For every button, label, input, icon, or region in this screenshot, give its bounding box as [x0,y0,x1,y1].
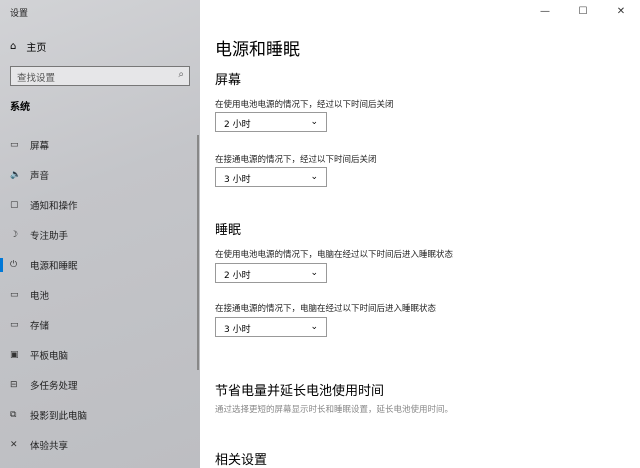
sidebar-item[interactable]: ⧉ 投影到此电脑 [0,400,200,430]
screen-plugged-label: 在接通电源的情况下，经过以下时间后关闭 [215,155,377,165]
sidebar-item-label: 屏幕 [30,141,50,152]
sidebar-item-label: 专注助手 [30,231,69,242]
sidebar-item-icon: ☽ [10,230,19,240]
home-label: 主页 [26,43,47,54]
sidebar-item-icon: 🔈 [10,170,22,180]
related-heading: 相关设置 [215,453,268,468]
chevron-down-icon: ⌄ [310,268,318,278]
sidebar-item-label: 通知和操作 [30,201,78,212]
sidebar-item-label: 电池 [30,291,50,302]
sidebar-item[interactable]: ▭ 存储 [0,310,200,340]
sidebar-item-icon: ▭ [10,140,19,150]
scrollbar[interactable] [197,135,199,370]
sleep-battery-label: 在使用电池电源的情况下，电脑在经过以下时间后进入睡眠状态 [215,250,454,260]
sleep-plugged-dropdown[interactable]: 3 小时 ⌄ [215,317,327,337]
sidebar: 设置 ⌂ 主页 查找设置 ⌕ 系统 ▭ 屏幕 🔈 声音 ▢ 通知和操作 ☽ 专注助手 ⏻ 电源和睡眠 ▭… [0,0,200,468]
save-heading: 节省电量并延长电池使用时间 [215,384,385,399]
sidebar-item-icon: ⧉ [10,410,17,420]
sidebar-item-label: 多任务处理 [30,381,78,392]
sidebar-item-icon: ⏻ [10,260,18,270]
chevron-down-icon: ⌄ [310,172,318,182]
search-input[interactable]: 查找设置 ⌕ [10,66,190,86]
page-title: 电源和睡眠 [215,40,300,60]
main-panel: — ☐ ✕ 电源和睡眠 屏幕 在使用电池电源的情况下，经过以下时间后关闭 2 小时 ⌄… [200,0,640,468]
minimize-button[interactable]: — [526,0,564,22]
dropdown-value: 3 小时 [224,325,251,335]
sidebar-item-icon: ▭ [10,290,19,300]
screen-plugged-dropdown[interactable]: 3 小时 ⌄ [215,167,327,187]
sidebar-item[interactable]: ☽ 专注助手 [0,220,200,250]
screen-heading: 屏幕 [215,73,242,88]
sidebar-item-label: 投影到此电脑 [30,411,88,422]
sidebar-item[interactable]: ⏻ 电源和睡眠 [0,250,200,280]
home-icon: ⌂ [10,41,17,52]
sidebar-item[interactable]: ⊟ 多任务处理 [0,370,200,400]
sidebar-item-icon: ▣ [10,350,19,360]
sidebar-item-icon: ▭ [10,320,19,330]
sleep-heading: 睡眠 [215,223,242,238]
sidebar-item[interactable]: ▢ 通知和操作 [0,190,200,220]
chevron-down-icon: ⌄ [310,322,318,332]
sleep-battery-dropdown[interactable]: 2 小时 ⌄ [215,263,327,283]
sidebar-item-label: 平板电脑 [30,351,69,362]
maximize-button[interactable]: ☐ [564,0,602,22]
screen-battery-label: 在使用电池电源的情况下，经过以下时间后关闭 [215,100,394,110]
home-link[interactable]: ⌂ 主页 [10,39,46,54]
sidebar-item-label: 声音 [30,171,50,182]
sidebar-item-label: 存储 [30,321,50,332]
sidebar-item[interactable]: ▣ 平板电脑 [0,340,200,370]
close-button[interactable]: ✕ [602,0,640,22]
sidebar-item-label: 电源和睡眠 [30,261,78,272]
app-title: 设置 [10,9,29,19]
section-title: 系统 [10,102,30,113]
sidebar-item-icon: ⊟ [10,380,18,390]
dropdown-value: 2 小时 [224,120,251,130]
sidebar-item-icon: ▢ [10,200,19,210]
dropdown-value: 3 小时 [224,175,251,185]
sidebar-item-icon: ✕ [10,440,18,450]
chevron-down-icon: ⌄ [310,117,318,127]
sleep-plugged-label: 在接通电源的情况下，电脑在经过以下时间后进入睡眠状态 [215,304,437,314]
sidebar-item[interactable]: ✕ 体验共享 [0,430,200,460]
sidebar-item[interactable]: 🔈 声音 [0,160,200,190]
save-description: 通过选择更短的屏幕显示时长和睡眠设置，延长电池使用时间。 [215,405,454,415]
dropdown-value: 2 小时 [224,271,251,281]
sidebar-item[interactable]: ▭ 屏幕 [0,130,200,160]
sidebar-item[interactable]: ▭ 电池 [0,280,200,310]
search-icon: ⌕ [178,69,184,80]
search-placeholder: 查找设置 [17,73,56,84]
sidebar-item-label: 体验共享 [30,441,69,452]
screen-battery-dropdown[interactable]: 2 小时 ⌄ [215,112,327,132]
